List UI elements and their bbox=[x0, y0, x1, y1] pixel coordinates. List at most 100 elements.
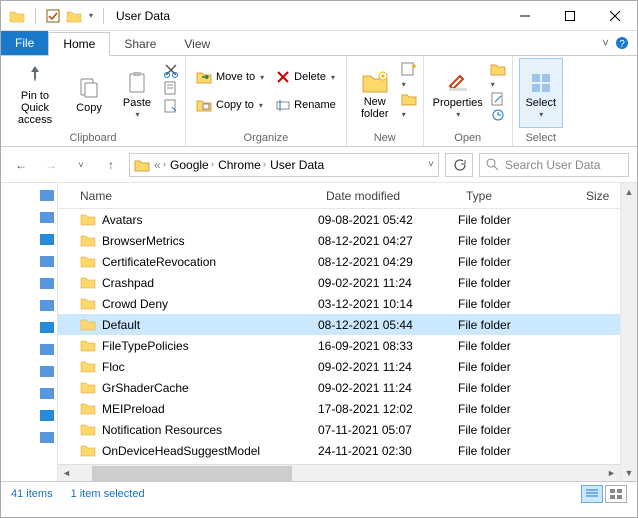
table-row[interactable]: OnDeviceHeadSuggestModel24-11-2021 02:30… bbox=[58, 440, 620, 461]
col-type[interactable]: Type bbox=[458, 189, 578, 203]
navpane-item[interactable] bbox=[39, 407, 55, 423]
tab-view[interactable]: View bbox=[170, 31, 224, 55]
rename-button[interactable]: Rename bbox=[272, 96, 340, 114]
select-button[interactable]: Select▾ bbox=[519, 58, 563, 128]
item-count: 41 items bbox=[11, 488, 53, 500]
vertical-scrollbar[interactable]: ▲ ▼ bbox=[620, 183, 637, 481]
file-name: Default bbox=[102, 318, 140, 332]
col-date[interactable]: Date modified bbox=[318, 189, 458, 203]
open-icon[interactable]: ▾ bbox=[490, 62, 506, 90]
search-box[interactable] bbox=[479, 153, 629, 177]
navpane-item[interactable] bbox=[39, 231, 55, 247]
file-date: 08-12-2021 05:44 bbox=[318, 318, 458, 332]
cut-icon[interactable] bbox=[163, 62, 179, 78]
folder-icon bbox=[80, 213, 96, 226]
menubar: File Home Share View ˅ ? bbox=[1, 31, 637, 55]
folder-icon bbox=[80, 297, 96, 310]
address-dropdown-icon[interactable]: ˅ bbox=[428, 159, 434, 170]
table-row[interactable]: CertificateRevocation08-12-2021 04:29Fil… bbox=[58, 251, 620, 272]
table-row[interactable]: FileTypePolicies16-09-2021 08:33File fol… bbox=[58, 335, 620, 356]
ribbon: Pin to Quick access Copy Paste▾ Clipboar… bbox=[1, 55, 637, 147]
minimize-button[interactable] bbox=[502, 1, 547, 30]
table-row[interactable]: GrShaderCache09-02-2021 11:24File folder bbox=[58, 377, 620, 398]
paste-button[interactable]: Paste▾ bbox=[115, 58, 159, 128]
easy-access-icon[interactable]: ▾ bbox=[401, 92, 417, 120]
col-size[interactable]: Size bbox=[578, 189, 620, 203]
table-row[interactable]: Avatars09-08-2021 05:42File folder bbox=[58, 209, 620, 230]
file-menu[interactable]: File bbox=[1, 31, 48, 55]
table-row[interactable]: Crowd Deny03-12-2021 10:14File folder bbox=[58, 293, 620, 314]
table-row[interactable]: Notification Resources07-11-2021 05:07Fi… bbox=[58, 419, 620, 440]
properties-button[interactable]: Properties▾ bbox=[430, 58, 486, 128]
qat-dropdown-icon[interactable]: ▾ bbox=[89, 11, 93, 20]
table-row[interactable]: Floc09-02-2021 11:24File folder bbox=[58, 356, 620, 377]
table-row[interactable]: Default08-12-2021 05:44File folder bbox=[58, 314, 620, 335]
search-icon bbox=[486, 158, 499, 171]
back-button[interactable]: ← bbox=[9, 153, 33, 177]
delete-button[interactable]: Delete▾ bbox=[272, 68, 340, 86]
table-row[interactable]: BrowserMetrics08-12-2021 04:27File folde… bbox=[58, 230, 620, 251]
edit-icon[interactable] bbox=[490, 92, 506, 106]
file-type: File folder bbox=[458, 423, 578, 437]
breadcrumb-chrome[interactable]: Chrome› bbox=[218, 158, 266, 172]
expand-ribbon-icon[interactable]: ˅ bbox=[602, 36, 609, 50]
file-date: 16-09-2021 08:33 bbox=[318, 339, 458, 353]
search-input[interactable] bbox=[505, 158, 622, 172]
folder-icon bbox=[80, 423, 96, 436]
qat-folder-icon[interactable] bbox=[66, 8, 82, 24]
navpane-item[interactable] bbox=[39, 297, 55, 313]
group-clipboard-label: Clipboard bbox=[7, 132, 179, 146]
history-icon[interactable] bbox=[490, 108, 506, 122]
navpane-item[interactable] bbox=[39, 209, 55, 225]
navpane-item[interactable] bbox=[39, 275, 55, 291]
file-type: File folder bbox=[458, 381, 578, 395]
file-list[interactable]: Avatars09-08-2021 05:42File folderBrowse… bbox=[58, 209, 620, 464]
table-row[interactable]: Crashpad09-02-2021 11:24File folder bbox=[58, 272, 620, 293]
new-item-icon[interactable]: ✦▾ bbox=[401, 62, 417, 90]
copy-path-icon[interactable] bbox=[163, 80, 179, 96]
file-date: 07-11-2021 05:07 bbox=[318, 423, 458, 437]
file-type: File folder bbox=[458, 213, 578, 227]
navpane-item[interactable] bbox=[39, 429, 55, 445]
folder-icon bbox=[9, 8, 25, 24]
move-to-button[interactable]: Move to▾ bbox=[192, 68, 268, 86]
group-organize-label: Organize bbox=[192, 132, 340, 146]
new-folder-button[interactable]: ✦ New folder bbox=[353, 58, 397, 128]
svg-text:✦: ✦ bbox=[379, 72, 386, 81]
details-view-button[interactable] bbox=[581, 485, 603, 503]
folder-icon bbox=[80, 318, 96, 331]
navpane-item[interactable] bbox=[39, 385, 55, 401]
address-bar[interactable]: «› Google› Chrome› User Data ˅ bbox=[129, 153, 439, 177]
large-icons-view-button[interactable] bbox=[605, 485, 627, 503]
copy-button[interactable]: Copy bbox=[67, 58, 111, 128]
forward-button[interactable]: → bbox=[39, 153, 63, 177]
navpane-item[interactable] bbox=[39, 319, 55, 335]
col-name[interactable]: Name bbox=[58, 189, 318, 203]
copy-to-button[interactable]: Copy to▾ bbox=[192, 96, 268, 114]
navpane-item[interactable] bbox=[39, 363, 55, 379]
navpane-item[interactable] bbox=[39, 187, 55, 203]
folder-icon bbox=[80, 402, 96, 415]
navigation-pane[interactable] bbox=[1, 183, 58, 481]
table-row[interactable]: MEIPreload17-08-2021 12:02File folder bbox=[58, 398, 620, 419]
maximize-button[interactable] bbox=[547, 1, 592, 30]
checkbox-icon[interactable] bbox=[46, 9, 60, 23]
tab-home[interactable]: Home bbox=[48, 32, 110, 56]
help-icon[interactable]: ? bbox=[615, 36, 629, 50]
navpane-item[interactable] bbox=[39, 341, 55, 357]
close-button[interactable] bbox=[592, 1, 637, 30]
refresh-button[interactable] bbox=[445, 153, 473, 177]
paste-shortcut-icon[interactable] bbox=[163, 98, 179, 114]
folder-icon bbox=[80, 255, 96, 268]
tab-share[interactable]: Share bbox=[110, 31, 170, 55]
up-button[interactable]: ↑ bbox=[99, 153, 123, 177]
window-title: User Data bbox=[116, 9, 170, 23]
folder-icon bbox=[80, 339, 96, 352]
navpane-item[interactable] bbox=[39, 253, 55, 269]
recent-dropdown[interactable]: ˅ bbox=[69, 153, 93, 177]
group-open-label: Open bbox=[430, 132, 506, 146]
breadcrumb-userdata[interactable]: User Data bbox=[270, 158, 324, 172]
horizontal-scrollbar[interactable]: ◄ ► bbox=[58, 464, 620, 481]
pin-to-quick-access-button[interactable]: Pin to Quick access bbox=[7, 58, 63, 128]
breadcrumb-google[interactable]: Google› bbox=[170, 158, 214, 172]
